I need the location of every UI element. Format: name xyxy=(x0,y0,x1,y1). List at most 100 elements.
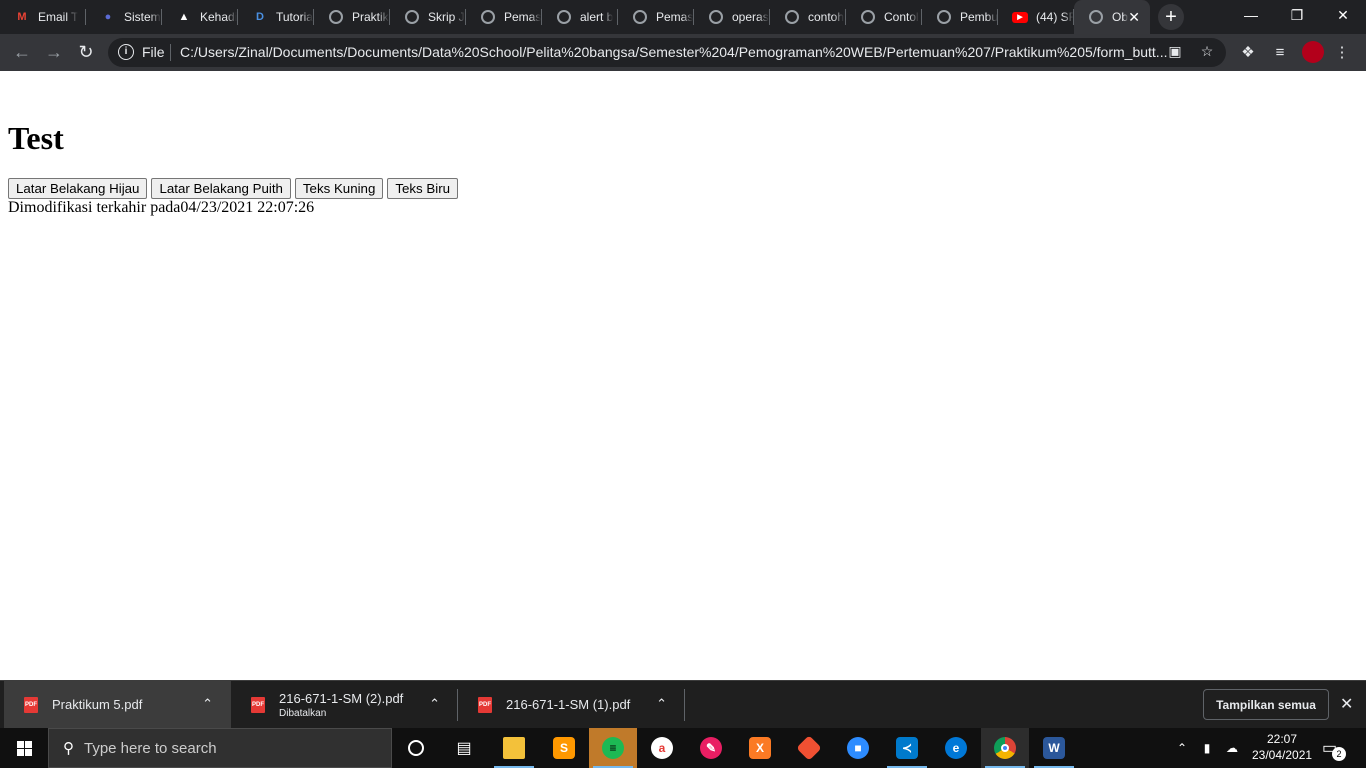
address-bar[interactable]: i File C:/Users/Zinal/Documents/Document… xyxy=(108,38,1226,67)
pdf-icon: PDF xyxy=(478,696,492,713)
clock[interactable]: 22:07 23/04/2021 xyxy=(1252,731,1312,763)
zoom-app[interactable]: ■ xyxy=(834,728,882,768)
close-window-button[interactable]: ✕ xyxy=(1320,0,1366,30)
battery-icon[interactable]: ▮ xyxy=(1197,728,1217,768)
youtube-icon: ▶ xyxy=(1012,11,1028,23)
edge-app[interactable]: e xyxy=(932,728,980,768)
download-status: Dibatalkan xyxy=(279,707,327,719)
tab-title: Praktik xyxy=(352,10,389,24)
tab-operasi[interactable]: operas xyxy=(694,0,770,34)
taskbar-search[interactable]: ⚲ Type here to search xyxy=(48,728,392,768)
cortana-icon xyxy=(408,740,424,756)
close-tab-icon[interactable]: ✕ xyxy=(1128,9,1140,26)
tab-pemas-2[interactable]: Pemas xyxy=(618,0,694,34)
download-item[interactable]: PDF 216-671-1-SM (1).pdf ⌃ xyxy=(458,681,685,728)
green-background-button[interactable]: Latar Belakang Hijau xyxy=(8,178,148,199)
download-filename: 216-671-1-SM (2).pdf xyxy=(279,690,404,706)
tab-email[interactable]: M Email T xyxy=(0,0,86,34)
globe-icon xyxy=(860,9,876,25)
tab-kehadiran[interactable]: ▲ Kehadi xyxy=(162,0,238,34)
git-app[interactable] xyxy=(785,728,833,768)
divider xyxy=(684,689,685,721)
paint-app[interactable]: ✎ xyxy=(687,728,735,768)
restore-button[interactable]: ❐ xyxy=(1274,0,1320,30)
show-all-downloads-button[interactable]: Tampilkan semua xyxy=(1203,689,1329,720)
sublime-text-app[interactable]: S xyxy=(540,728,588,768)
tab-pemas-1[interactable]: Pemas xyxy=(466,0,542,34)
blue-text-button[interactable]: Teks Biru xyxy=(387,178,459,199)
tab-contoh-1[interactable]: contoh xyxy=(770,0,846,34)
minimize-button[interactable]: — xyxy=(1228,0,1274,30)
git-icon xyxy=(796,735,822,761)
pdf-icon: PDF xyxy=(24,696,38,713)
media-control-icon[interactable]: ≡ xyxy=(1270,42,1290,62)
star-icon[interactable]: ☆ xyxy=(1198,43,1216,61)
cortana-button[interactable] xyxy=(392,728,440,768)
tab-title: Pembu xyxy=(960,10,998,24)
tab-title: Pemas xyxy=(656,10,694,24)
globe-icon xyxy=(1088,9,1104,25)
chrome-icon xyxy=(994,737,1016,759)
tab-title: alert b xyxy=(580,10,614,24)
download-item[interactable]: PDF 216-671-1-SM (2).pdf Dibatalkan ⌃ xyxy=(231,681,458,728)
tab-title: contoh xyxy=(808,10,845,24)
tab-title: Email T xyxy=(38,10,79,24)
spotify-app[interactable]: ≡ xyxy=(589,728,637,768)
tab-skrip[interactable]: Skrip J xyxy=(390,0,466,34)
reload-icon[interactable]: ↻ xyxy=(74,40,98,64)
tab-alert[interactable]: alert b xyxy=(542,0,618,34)
page-heading: Test xyxy=(8,120,64,156)
close-download-bar-icon[interactable]: ✕ xyxy=(1340,694,1353,714)
task-view-icon: ▤ xyxy=(456,740,472,757)
chevron-up-icon[interactable]: ⌃ xyxy=(202,696,213,712)
yellow-text-button[interactable]: Teks Kuning xyxy=(294,178,384,199)
tab-title: Skrip J xyxy=(428,10,465,24)
xampp-app[interactable]: X xyxy=(736,728,784,768)
vscode-app[interactable]: ≺ xyxy=(883,728,931,768)
notification-center-button[interactable]: ▭ 2 xyxy=(1322,738,1346,761)
globe-icon xyxy=(632,9,648,25)
tab-praktik[interactable]: Praktik xyxy=(314,0,390,34)
app-a-icon: a xyxy=(651,737,673,759)
tab-title: Tutoria xyxy=(276,10,313,24)
tab-youtube[interactable]: ▶ (44) SF xyxy=(998,0,1074,34)
globe-icon xyxy=(328,9,344,25)
word-app[interactable]: W xyxy=(1030,728,1078,768)
chevron-up-icon[interactable]: ⌃ xyxy=(429,696,440,712)
new-tab-button[interactable]: + xyxy=(1158,4,1184,30)
white-background-button[interactable]: Latar Belakang Puith xyxy=(151,178,291,199)
tab-pembuatan[interactable]: Pembu xyxy=(922,0,998,34)
url-text[interactable]: C:/Users/Zinal/Documents/Documents/Data%… xyxy=(180,44,1167,60)
triangle-logo-icon: ▲ xyxy=(178,11,190,23)
globe-icon xyxy=(404,9,420,25)
app-a[interactable]: a xyxy=(638,728,686,768)
sublime-icon: S xyxy=(553,737,575,759)
tab-sistem[interactable]: ● Sistem xyxy=(86,0,162,34)
gmail-icon: M xyxy=(17,11,27,23)
file-explorer-app[interactable] xyxy=(490,728,538,768)
back-arrow-icon[interactable]: ← xyxy=(10,40,34,64)
chevron-up-icon[interactable]: ⌃ xyxy=(656,696,667,712)
show-hidden-icons-button[interactable]: ⌃ xyxy=(1172,728,1192,768)
page-content: Test Latar Belakang Hijau Latar Belakang… xyxy=(0,71,1366,680)
tab-title: Pemas xyxy=(504,10,542,24)
profile-avatar[interactable] xyxy=(1302,41,1324,63)
translate-icon[interactable]: ▣ xyxy=(1166,43,1184,61)
scheme-label: File xyxy=(142,44,165,60)
tab-title: Kehadi xyxy=(200,10,238,24)
globe-icon xyxy=(480,9,496,25)
extensions-icon[interactable]: ❖ xyxy=(1238,42,1258,62)
onedrive-cloud-icon[interactable]: ☁ xyxy=(1222,728,1242,768)
download-item[interactable]: PDF Praktikum 5.pdf ⌃ xyxy=(4,681,231,728)
menu-dots-icon[interactable]: ⋮ xyxy=(1332,42,1352,62)
globe-icon xyxy=(784,9,800,25)
info-icon[interactable]: i xyxy=(118,44,134,60)
download-filename: Praktikum 5.pdf xyxy=(52,697,143,712)
tab-tutorial[interactable]: D Tutoria xyxy=(238,0,314,34)
tab-contoh-2[interactable]: Contol xyxy=(846,0,922,34)
forward-arrow-icon[interactable]: → xyxy=(42,40,66,64)
chrome-app[interactable] xyxy=(981,728,1029,768)
start-button[interactable] xyxy=(0,728,48,768)
task-view-button[interactable]: ▤ xyxy=(440,728,488,768)
tab-active[interactable]: Ob ✕ xyxy=(1074,0,1150,34)
